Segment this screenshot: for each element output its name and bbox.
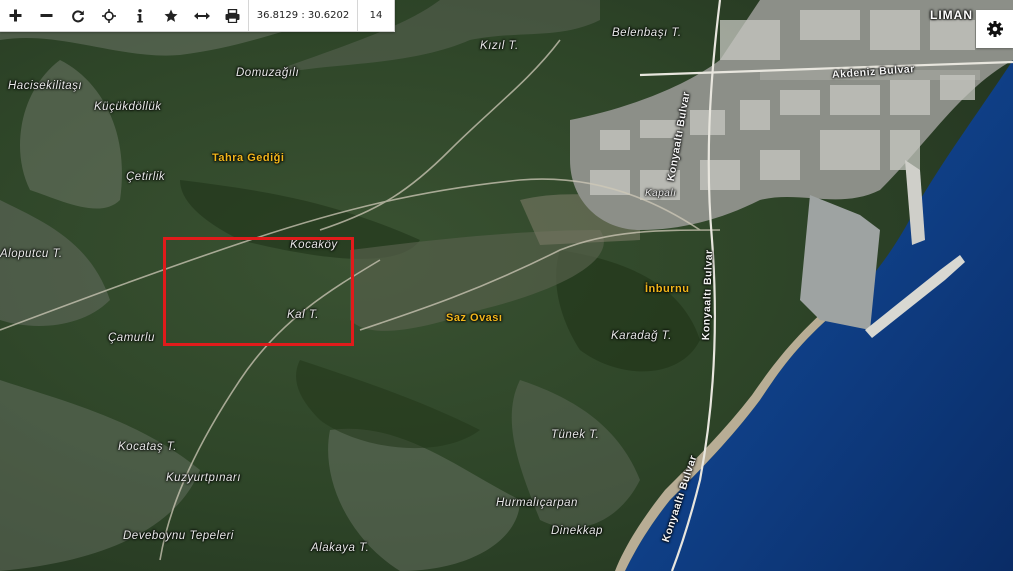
- label-dinekkap: Dinekkap: [551, 525, 603, 537]
- measure-distance-icon: [193, 12, 210, 19]
- map-toolbar: 36.8129 : 30.6202 14: [0, 0, 395, 32]
- label-liman: LIMAN: [930, 8, 973, 22]
- label-alakaya-t: Alakaya T.: [311, 542, 370, 554]
- satellite-map[interactable]: Hacisekilitaşı Domuzağılı Kızıl T. Belen…: [0, 0, 1013, 571]
- label-aloputcu-t: Aloputcu T.: [0, 248, 63, 260]
- coordinates-display: 36.8129 : 30.6202: [248, 0, 357, 31]
- zoom-in-button[interactable]: [0, 0, 31, 31]
- label-hurmalicarpan: Hurmalıçarpan: [496, 497, 578, 509]
- label-kucukdolluk: Küçükdöllük: [94, 101, 162, 113]
- label-deveboynu-tepeleri: Deveboynu Tepeleri: [123, 530, 234, 542]
- refresh-icon: [71, 9, 84, 22]
- print-icon: [225, 8, 240, 23]
- favorite-button[interactable]: [155, 0, 186, 31]
- info-icon: [136, 8, 143, 22]
- satellite-imagery: [0, 0, 1013, 571]
- info-button[interactable]: [124, 0, 155, 31]
- selection-rectangle: [163, 237, 354, 346]
- label-saz-ovasi: Saz Ovası: [446, 312, 503, 324]
- label-hacisekilitasi: Hacisekilitaşı: [8, 80, 83, 92]
- label-cetirlik: Çetirlik: [126, 171, 166, 183]
- print-button[interactable]: [217, 0, 248, 31]
- locate-crosshair-icon: [101, 8, 116, 23]
- label-kocatas-t: Kocataş T.: [118, 441, 177, 453]
- zoom-in-icon: [9, 9, 22, 22]
- label-tunek-t: Tünek T.: [551, 429, 600, 441]
- measure-button[interactable]: [186, 0, 217, 31]
- refresh-button[interactable]: [62, 0, 93, 31]
- label-domuzagili: Domuzağılı: [236, 67, 300, 79]
- label-karadag-t: Karadağ T.: [611, 330, 672, 342]
- gear-icon: [986, 21, 1003, 37]
- label-tahra-gedigi: Tahra Gediği: [212, 152, 285, 164]
- zoom-out-icon: [40, 14, 53, 17]
- label-belenbasi-t: Belenbaşı T.: [612, 27, 682, 39]
- locate-button[interactable]: [93, 0, 124, 31]
- label-kapali: Kapalı: [645, 188, 677, 199]
- label-kizil-t: Kızıl T.: [480, 40, 519, 52]
- zoom-level-display: 14: [357, 0, 394, 31]
- settings-button[interactable]: [976, 10, 1013, 48]
- star-icon: [164, 9, 177, 22]
- label-camurlu: Çamurlu: [108, 332, 155, 344]
- label-inburnu: İnburnu: [645, 283, 690, 295]
- label-kuzyurtpinari: Kuzyurtpınarı: [166, 472, 241, 484]
- zoom-out-button[interactable]: [31, 0, 62, 31]
